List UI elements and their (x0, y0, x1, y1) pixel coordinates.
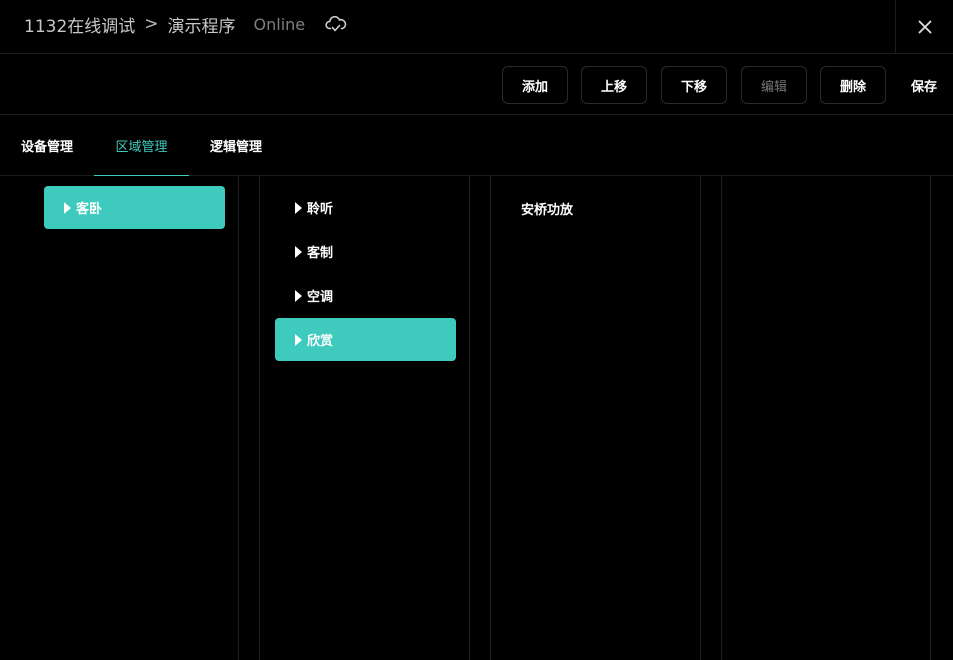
column-divider (930, 176, 931, 660)
group-item-label: 聆听 (307, 202, 334, 217)
breadcrumb: 1132在线调试 > 演示程序 Online (24, 0, 347, 48)
group-item-label: 欣赏 (307, 334, 334, 349)
tab-area-management[interactable]: 区域管理 (94, 115, 189, 176)
toolbar: 添加 上移 下移 编辑 删除 保存 (0, 54, 953, 115)
caret-right-icon (295, 201, 302, 214)
delete-button[interactable]: 删除 (820, 66, 886, 104)
caret-right-icon (295, 289, 302, 302)
room-item[interactable]: 客卧 (44, 186, 225, 229)
move-down-button[interactable]: 下移 (661, 66, 727, 104)
tab-bar: 设备管理 区域管理 逻辑管理 (0, 115, 953, 176)
column-divider (490, 176, 491, 660)
group-item[interactable]: 聆听 (275, 186, 456, 229)
column-divider (238, 176, 239, 660)
column-divider (259, 176, 260, 660)
tab-device-management[interactable]: 设备管理 (0, 115, 94, 176)
group-item[interactable]: 客制 (275, 230, 456, 273)
device-item[interactable]: 安桥功放 (521, 199, 573, 218)
move-up-button[interactable]: 上移 (581, 66, 647, 104)
caret-right-icon (295, 245, 302, 258)
column-divider (700, 176, 701, 660)
connection-status: Online (253, 14, 306, 34)
breadcrumb-separator: > (144, 14, 159, 34)
save-button[interactable]: 保存 (904, 66, 944, 104)
cloud-sync-icon[interactable] (325, 14, 347, 34)
group-item-label: 客制 (307, 246, 334, 261)
group-item[interactable]: 空调 (275, 274, 456, 317)
column-divider (721, 176, 722, 660)
room-item-label: 客卧 (76, 202, 103, 217)
close-icon (918, 20, 931, 34)
close-button[interactable] (895, 0, 953, 54)
add-button[interactable]: 添加 (502, 66, 568, 104)
caret-right-icon (64, 201, 71, 214)
caret-right-icon (295, 333, 302, 346)
column-divider (469, 176, 470, 660)
breadcrumb-project[interactable]: 1132在线调试 (24, 12, 135, 37)
edit-button[interactable]: 编辑 (741, 66, 807, 104)
tab-logic-management[interactable]: 逻辑管理 (189, 115, 283, 176)
breadcrumb-program: 演示程序 (167, 16, 236, 37)
group-item-label: 空调 (307, 290, 334, 305)
title-bar: 1132在线调试 > 演示程序 Online (0, 0, 953, 54)
group-item[interactable]: 欣赏 (275, 318, 456, 361)
